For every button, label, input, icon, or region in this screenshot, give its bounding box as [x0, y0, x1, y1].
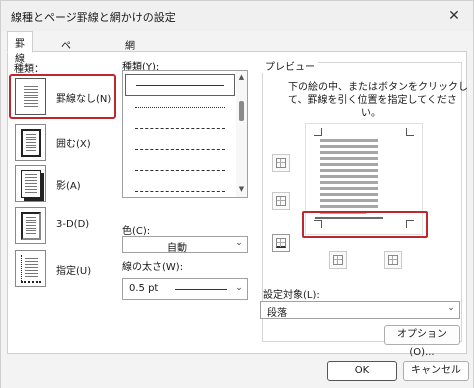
tab-borders[interactable]: 罫線 [7, 31, 33, 65]
close-button[interactable]: ✕ [443, 5, 465, 27]
preview-text-line [320, 187, 378, 190]
preset-custom-button[interactable] [15, 250, 46, 287]
bottom-border-icon [276, 238, 286, 248]
dashed-line-sample [135, 128, 225, 129]
color-dropdown[interactable]: 自動 ⌄ [122, 236, 248, 254]
preview-text-line [320, 139, 378, 142]
line-style-option[interactable] [125, 74, 235, 96]
dotted-line-sample [135, 107, 225, 108]
no-border-icon [20, 82, 41, 111]
top-border-button[interactable] [272, 154, 290, 172]
preview-text-line [320, 169, 378, 172]
corner-mark [314, 128, 322, 136]
preview-text-line [320, 157, 378, 160]
right-border-button[interactable] [384, 251, 402, 269]
preset-shadow-label: 影(A) [56, 181, 81, 192]
preset-box-label: 囲む(X) [56, 139, 91, 150]
width-label: 線の太さ(W): [122, 262, 184, 273]
inside-border-icon [276, 196, 286, 206]
3d-border-icon [20, 211, 41, 240]
preview-text-line [320, 163, 378, 166]
color-label: 色(C): [122, 226, 151, 237]
dashed-long-line-sample [135, 149, 225, 150]
chevron-down-icon: ⌄ [235, 238, 243, 248]
preset-box-button[interactable] [15, 124, 46, 161]
close-icon: ✕ [448, 8, 460, 24]
apply-to-label: 設定対象(L): [263, 290, 320, 301]
line-style-option[interactable] [125, 160, 235, 182]
scroll-thumb[interactable] [239, 101, 244, 121]
tab-page-border[interactable]: ページ罫線 [53, 33, 79, 112]
title-bar: 線種とページ罫線と網かけの設定 ✕ [1, 1, 473, 31]
line-style-option[interactable] [125, 118, 235, 140]
preview-text-line [320, 193, 378, 196]
preset-3d-label: 3-D(D) [56, 219, 90, 230]
preset-custom-label: 指定(U) [56, 266, 92, 277]
bottom-border-highlight [302, 211, 428, 238]
chevron-down-icon: ⌄ [447, 303, 455, 313]
dialog-footer: OK キャンセル [1, 357, 473, 388]
right-border-icon [388, 255, 398, 265]
preset-shadow-button[interactable] [15, 165, 46, 202]
bottom-border-button[interactable] [272, 234, 290, 252]
line-style-option[interactable] [125, 139, 235, 161]
preset-none-button[interactable] [15, 78, 46, 115]
corner-mark [406, 128, 414, 136]
apply-to-value: 段落 [267, 308, 287, 319]
scroll-down-icon[interactable]: ▼ [237, 185, 246, 195]
preset-none-label: 罫線なし(N) [56, 94, 112, 105]
dialog-title: 線種とページ罫線と網かけの設定 [11, 11, 176, 24]
line-style-option[interactable] [125, 97, 235, 119]
line-width-dropdown[interactable]: 0.5 pt ⌄ [122, 278, 248, 300]
left-border-button[interactable] [329, 251, 347, 269]
borders-and-shading-dialog: 線種とページ罫線と網かけの設定 ✕ 罫線 ページ罫線 網かけ 種類： 罫線なし(… [0, 0, 474, 388]
preview-text-line [320, 199, 378, 202]
line-width-value: 0.5 pt [129, 283, 159, 294]
preview-text-line [320, 205, 378, 208]
preview-text-line [320, 175, 378, 178]
line-style-list[interactable]: ▲ ▼ [122, 70, 248, 198]
apply-to-dropdown[interactable]: 段落 ⌄ [260, 301, 460, 319]
tab-shading[interactable]: 網かけ [117, 33, 143, 82]
top-border-icon [276, 158, 286, 168]
shadow-border-icon [20, 169, 41, 198]
box-border-icon [20, 128, 41, 157]
dash-dot-dot-line-sample [135, 191, 225, 192]
cancel-button[interactable]: キャンセル [403, 361, 469, 381]
left-border-icon [333, 255, 343, 265]
preview-text-line [320, 151, 378, 154]
custom-border-icon [20, 254, 41, 283]
middle-border-button[interactable] [272, 192, 290, 210]
chevron-down-icon: ⌄ [235, 283, 243, 293]
color-value: 自動 [167, 243, 187, 254]
preview-hint-3: い。 [361, 108, 381, 119]
solid-line-sample [136, 85, 224, 86]
preview-label: プレビュー [262, 58, 318, 73]
ok-button[interactable]: OK [327, 361, 397, 381]
preview-text-line [320, 145, 378, 148]
preview-text-line [320, 181, 378, 184]
dash-dot-line-sample [135, 170, 225, 171]
line-style-scrollbar[interactable]: ▲ ▼ [236, 71, 247, 197]
preset-3d-button[interactable] [15, 207, 46, 244]
options-button[interactable]: オプション(O)... [384, 325, 460, 358]
line-style-option[interactable] [125, 181, 235, 197]
scroll-up-icon[interactable]: ▲ [237, 73, 246, 83]
line-width-sample [175, 289, 227, 290]
